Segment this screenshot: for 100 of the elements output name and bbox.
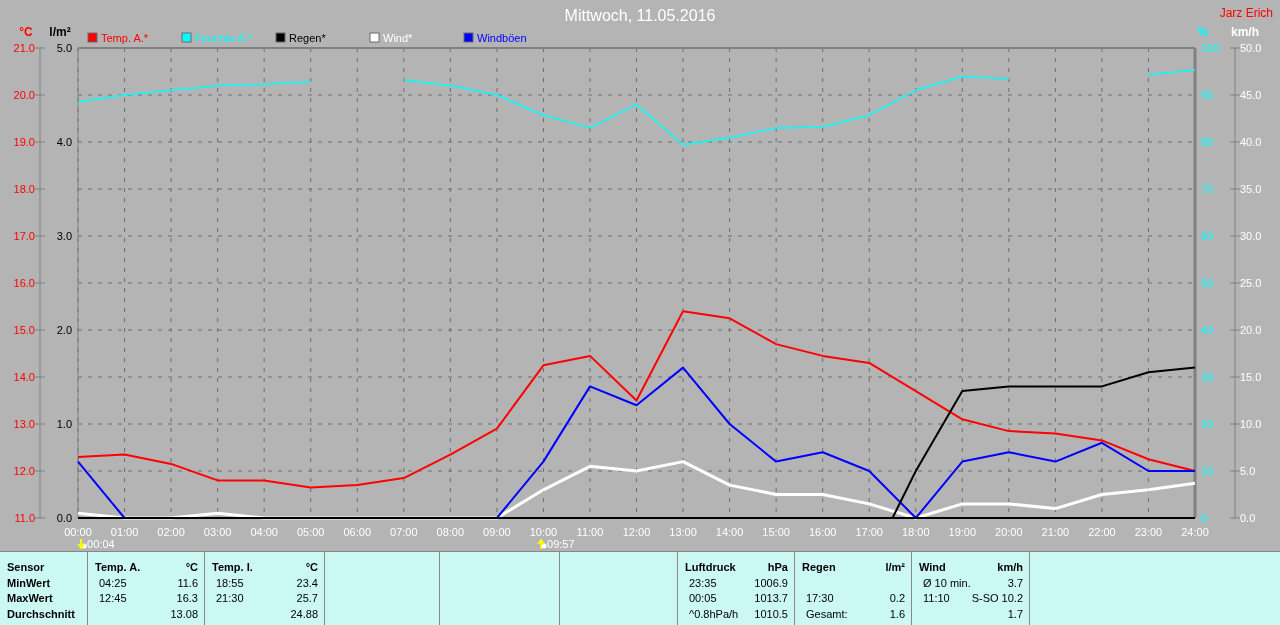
axis-tick-label: 25.0 (1240, 277, 1262, 289)
axis-tick-label: 50 (1201, 277, 1214, 289)
value-label: 1013.7 (754, 591, 788, 606)
time-label: 23:35 (688, 575, 717, 591)
axis-tick-label: 40 (1201, 324, 1214, 336)
axis-tick-label: 21.0 (13, 42, 35, 54)
axis-tick-label: 17:00 (855, 526, 883, 538)
axis-tick-label: 17.0 (13, 230, 35, 242)
axis-tick-label: 10.0 (1240, 418, 1262, 430)
axis-tick-label: 30 (1201, 371, 1214, 383)
axis-tick-label: 100 (1201, 42, 1220, 54)
axis-tick-label: 22:00 (1088, 526, 1116, 538)
row-label: Durchschnitt (7, 606, 76, 622)
axis-tick-label: 12:00 (622, 526, 651, 538)
unit-label: °C (185, 560, 198, 575)
axis-tick-label: 80 (1201, 136, 1214, 148)
value-label: 3.7 (1007, 575, 1023, 591)
value-label: S-SO 10.2 (971, 591, 1023, 606)
axis-tick-label: 60 (1201, 230, 1214, 242)
axis-tick-label: 20.0 (13, 89, 35, 101)
axis-tick-label: 04:00 (250, 526, 278, 538)
axis-tick-label: 18.0 (13, 183, 35, 195)
unit-label: km/h (997, 560, 1023, 575)
sensor-name: Temp. A. (95, 560, 141, 575)
unit-label: hPa (767, 560, 788, 575)
axis-tick-label: 24:00 (1181, 526, 1209, 538)
value-label: 23.4 (296, 575, 318, 591)
axis-tick-label: 15.0 (1240, 371, 1262, 383)
legend-label: Windböen (477, 32, 527, 44)
axis-tick-label: 09:00 (483, 526, 511, 538)
value-label: 1010.5 (754, 606, 788, 622)
axis-tick-label: 5.0 (1240, 465, 1256, 477)
arrow-icon (77, 538, 87, 550)
legend-label: Feuchte A.* (195, 32, 252, 44)
axis-tick-label: 21:00 (1041, 526, 1070, 538)
axis-tick-label: 3.0 (56, 230, 72, 242)
legend-label: Wind* (383, 32, 413, 44)
axis-tick-label: 01:00 (110, 526, 139, 538)
axis-tick-label: 45.0 (1240, 89, 1262, 101)
axis-tick-label: 18:00 (902, 526, 930, 538)
axis-tick-label: 4.0 (56, 136, 72, 148)
time-label: 17:30 (805, 591, 834, 606)
axis-tick-label: 20:00 (995, 526, 1023, 538)
axis-tick-label: 19:00 (948, 526, 977, 538)
value-label: 25.7 (296, 591, 318, 606)
value-label: 1.6 (889, 606, 905, 622)
axis-tick-label: 23:00 (1134, 526, 1163, 538)
axis-tick-label: 14:00 (715, 526, 744, 538)
row-label: Sensor (7, 560, 46, 575)
legend-label: Regen* (289, 32, 326, 44)
axis-tick-label: 12.0 (13, 465, 35, 477)
marker-time: 00:04 (87, 538, 115, 550)
time-label: 21:30 (215, 591, 244, 606)
sensor-name: Temp. I. (212, 560, 253, 575)
value-label: 1.7 (1007, 606, 1023, 622)
time-label: 12:45 (98, 591, 127, 606)
axis-tick-label: 70 (1201, 183, 1214, 195)
axis-tick-label: 16:00 (808, 526, 837, 538)
unit-label: l/m² (885, 560, 905, 575)
axis-tick-label: 35.0 (1240, 183, 1262, 195)
axis-tick-label: 20 (1201, 418, 1214, 430)
axis-tick-label: 40.0 (1240, 136, 1262, 148)
value-label: 0.2 (889, 591, 905, 606)
axis-tick-label: 15:00 (762, 526, 790, 538)
axis-tick-label: 11:00 (576, 526, 604, 538)
axis-tick-label: 30.0 (1240, 230, 1262, 242)
axis-tick-label: 16.0 (13, 277, 35, 289)
legend-label: Temp. A.* (101, 32, 149, 44)
value-label: 11.6 (177, 575, 198, 591)
axis-tick-label: 5.0 (56, 42, 72, 54)
arrow-icon (537, 538, 547, 550)
axis-tick-label: 0.0 (56, 512, 72, 524)
axis-tick-label: 15.0 (13, 324, 35, 336)
axis-tick-label: 00:00 (64, 526, 92, 538)
value-label: 13.08 (170, 606, 198, 622)
sensor-name: Luftdruck (685, 560, 736, 575)
axis-tick-label: 10:00 (529, 526, 558, 538)
time-label: 18:55 (215, 575, 244, 591)
axis-tick-label: 08:00 (436, 526, 465, 538)
axis-tick-label: 14.0 (13, 371, 35, 383)
value-label: 24.88 (290, 606, 318, 622)
axis-tick-label: 0.0 (1240, 512, 1256, 524)
axis-tick-label: 19.0 (13, 136, 35, 148)
axis-tick-label: 90 (1201, 89, 1214, 101)
axis-unit: km/h (1231, 25, 1259, 39)
axis-tick-label: 11.0 (14, 512, 35, 524)
axis-tick-label: 03:00 (203, 526, 232, 538)
time-label: 00:05 (688, 591, 717, 606)
unit-label: °C (305, 560, 318, 575)
value-label: 1006.9 (754, 575, 788, 591)
axis-unit: % (1197, 25, 1209, 39)
axis-tick-label: 2.0 (56, 324, 72, 336)
axis-unit: °C (19, 25, 33, 39)
sensor-name: Regen (802, 560, 836, 575)
time-label: Gesamt: (805, 606, 848, 622)
marker-time: 09:57 (547, 538, 575, 550)
time-label: 04:25 (98, 575, 127, 591)
row-label: MinWert (7, 575, 52, 591)
axis-tick-label: 02:00 (157, 526, 185, 538)
axis-tick-label: 13.0 (13, 418, 35, 430)
